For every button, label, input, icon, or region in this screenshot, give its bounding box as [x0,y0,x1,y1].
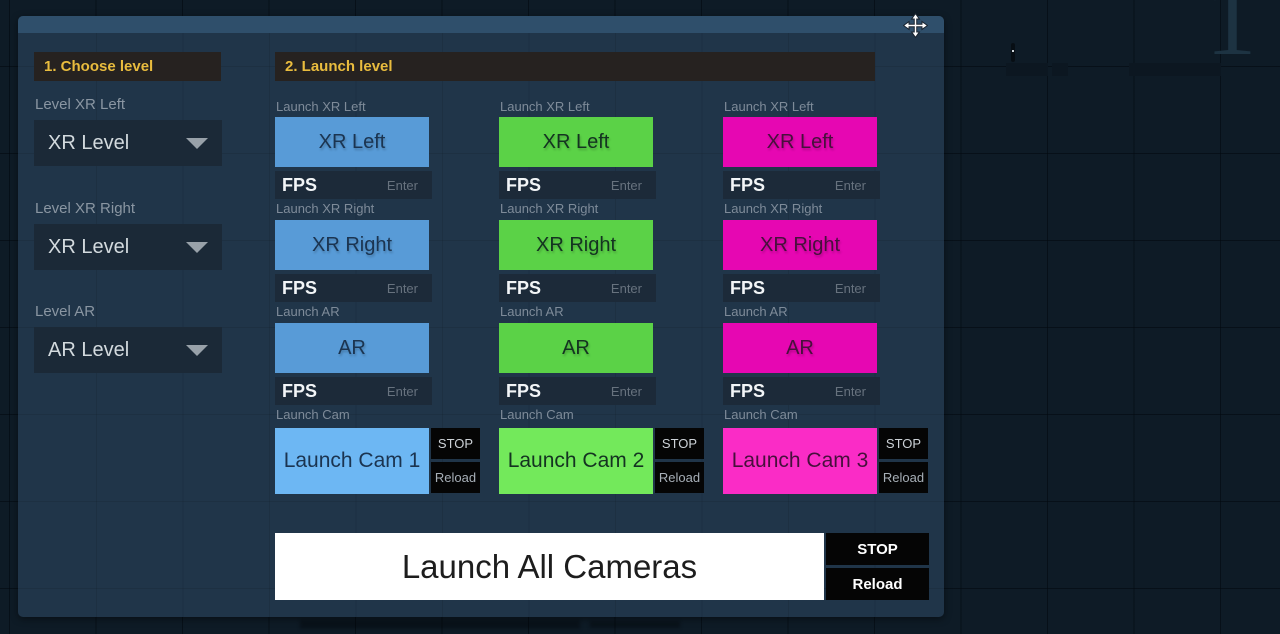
fps-field-row: FPS [723,274,880,302]
fps-label: FPS [282,175,317,196]
reload-all-button[interactable]: Reload [826,568,929,600]
fps-label: FPS [730,381,765,402]
fps-input[interactable] [541,281,642,296]
fps-label: FPS [730,175,765,196]
text-cursor-artifact [1011,43,1015,62]
launch-xr-right-label: Launch XR Right [500,202,598,216]
background-node [1052,63,1068,76]
choose-level-header: 1. Choose level [34,52,221,81]
chevron-down-icon [186,345,208,356]
xr-left-button[interactable]: XR Left [499,117,653,167]
launch-column-2: Launch XR Left XR Left FPS Launch XR Rig… [499,100,704,510]
fps-input[interactable] [317,178,418,193]
fps-label: FPS [506,175,541,196]
launch-xr-right-label: Launch XR Right [724,202,822,216]
launch-ar-label: Launch AR [276,305,340,319]
ar-button[interactable]: AR [275,323,429,373]
launch-cam-label: Launch Cam [500,408,574,422]
fps-label: FPS [730,278,765,299]
stop-button[interactable]: STOP [655,428,704,459]
ar-button[interactable]: AR [723,323,877,373]
launch-ar-label: Launch AR [724,305,788,319]
launch-xr-right-label: Launch XR Right [276,202,374,216]
level-ar-label: Level AR [35,304,95,320]
reload-button[interactable]: Reload [431,462,480,493]
fps-field-row: FPS [723,171,880,199]
launcher-window: 1. Choose level Level XR Left XR Level L… [18,16,944,617]
xr-right-button[interactable]: XR Right [499,220,653,270]
stop-button[interactable]: STOP [431,428,480,459]
fps-field-row: FPS [499,274,656,302]
launch-column-3: Launch XR Left XR Left FPS Launch XR Rig… [723,100,928,510]
fps-input[interactable] [765,281,866,296]
dropdown-value: AR Level [48,339,186,362]
background-artifact [590,621,680,628]
background-node [1006,63,1048,76]
launch-cam-1-button[interactable]: Launch Cam 1 [275,428,429,494]
fps-input[interactable] [541,178,642,193]
ar-button[interactable]: AR [499,323,653,373]
xr-right-button[interactable]: XR Right [275,220,429,270]
stop-all-button[interactable]: STOP [826,533,929,565]
fps-label: FPS [506,381,541,402]
fps-input[interactable] [765,178,866,193]
chevron-down-icon [186,242,208,253]
fps-field-row: FPS [275,171,432,199]
level-xr-left-dropdown[interactable]: XR Level [34,120,222,166]
level-xr-right-dropdown[interactable]: XR Level [34,224,222,270]
launch-xr-left-label: Launch XR Left [276,100,366,114]
level-ar-dropdown[interactable]: AR Level [34,327,222,373]
xr-right-button[interactable]: XR Right [723,220,877,270]
xr-left-button[interactable]: XR Left [275,117,429,167]
launch-cam-2-button[interactable]: Launch Cam 2 [499,428,653,494]
launch-all-cameras-button[interactable]: Launch All Cameras [275,533,824,600]
fps-field-row: FPS [275,377,432,405]
fps-input[interactable] [541,384,642,399]
background-node [1129,63,1221,76]
move-cursor-icon [903,13,928,38]
fps-label: FPS [282,278,317,299]
fps-input[interactable] [765,384,866,399]
reload-button[interactable]: Reload [655,462,704,493]
reload-button[interactable]: Reload [879,462,928,493]
stop-button[interactable]: STOP [879,428,928,459]
background-grid-numeral: 1 [1186,0,1276,66]
launch-cam-label: Launch Cam [724,408,798,422]
dropdown-value: XR Level [48,132,186,155]
launch-column-1: Launch XR Left XR Left FPS Launch XR Rig… [275,100,480,510]
fps-field-row: FPS [499,377,656,405]
background-artifact [300,620,580,629]
launch-ar-label: Launch AR [500,305,564,319]
launch-cam-label: Launch Cam [276,408,350,422]
fps-field-row: FPS [723,377,880,405]
chevron-down-icon [186,138,208,149]
launch-cam-3-button[interactable]: Launch Cam 3 [723,428,877,494]
fps-input[interactable] [317,384,418,399]
fps-field-row: FPS [275,274,432,302]
fps-input[interactable] [317,281,418,296]
level-xr-left-label: Level XR Left [35,97,125,113]
window-titlebar[interactable] [18,16,944,33]
xr-left-button[interactable]: XR Left [723,117,877,167]
fps-label: FPS [282,381,317,402]
launch-xr-left-label: Launch XR Left [500,100,590,114]
launch-level-header: 2. Launch level [275,52,875,81]
fps-field-row: FPS [499,171,656,199]
dropdown-value: XR Level [48,236,186,259]
fps-label: FPS [506,278,541,299]
launch-xr-left-label: Launch XR Left [724,100,814,114]
level-xr-right-label: Level XR Right [35,201,135,217]
